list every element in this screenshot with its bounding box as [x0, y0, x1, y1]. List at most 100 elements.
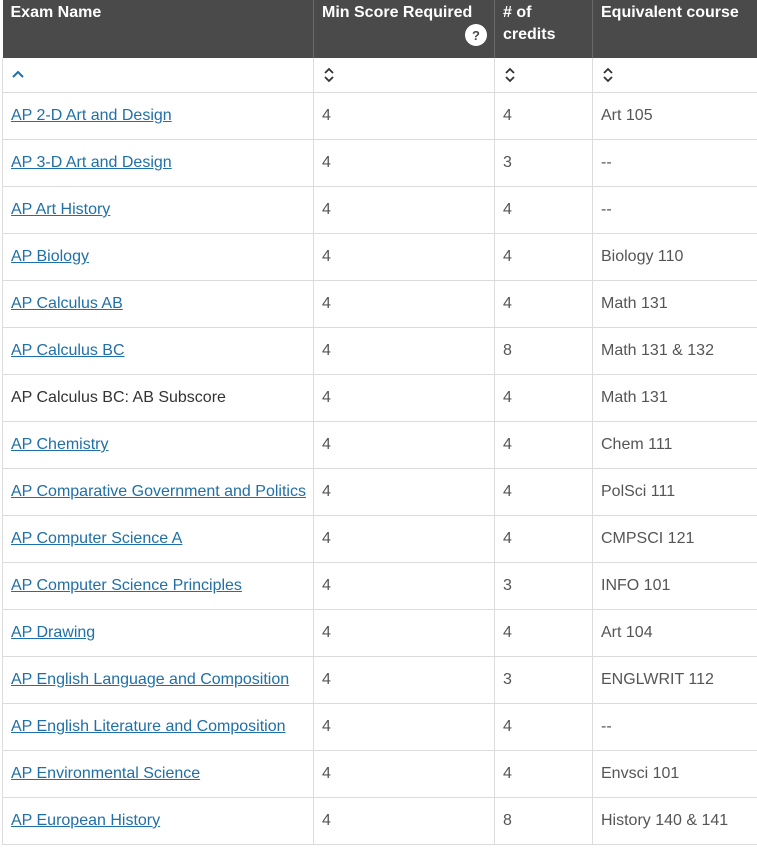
exam-link[interactable]: AP 3-D Art and Design [11, 154, 172, 171]
equivalent-course-cell: Math 131 [592, 374, 757, 422]
table-row: AP Environmental Science 4 4 Envsci 101 [2, 750, 757, 798]
equivalent-course-cell: -- [592, 186, 757, 234]
equivalent-course-cell: Biology 110 [592, 233, 757, 281]
credits-cell: 4 [494, 609, 593, 657]
credits-cell: 4 [494, 374, 593, 422]
equivalent-course-cell: Chem 111 [592, 421, 757, 469]
exam-name-text: AP Calculus BC: AB Subscore [11, 389, 226, 406]
exam-link[interactable]: AP European History [11, 812, 160, 829]
credits-cell: 4 [494, 233, 593, 281]
equivalent-course-cell: Envsci 101 [592, 750, 757, 798]
exam-link[interactable]: AP English Language and Composition [11, 671, 289, 688]
exam-name-cell: AP Calculus AB [2, 280, 314, 328]
exam-name-cell: AP Environmental Science [2, 750, 314, 798]
exam-name-cell: AP Computer Science A [2, 515, 314, 563]
credits-cell: 4 [494, 280, 593, 328]
header-credits[interactable]: # of credits [494, 0, 593, 58]
equivalent-course-cell: INFO 101 [592, 562, 757, 610]
table-row: AP Comparative Government and Politics 4 4… [2, 468, 757, 516]
header-min-score-label: Min Score Required [322, 4, 473, 21]
equivalent-course-cell: History 140 & 141 [592, 797, 757, 845]
header-equivalent-course[interactable]: Equivalent course [592, 0, 757, 58]
credits-cell: 4 [494, 468, 593, 516]
sort-credits-cell [494, 58, 593, 93]
exam-name-cell: AP Comparative Government and Politics [2, 468, 314, 516]
equivalent-course-cell: -- [592, 703, 757, 751]
min-score-cell: 4 [313, 468, 495, 516]
exam-name-cell: AP Calculus BC [2, 327, 314, 375]
equivalent-course-cell: Art 105 [592, 92, 757, 140]
equivalent-course-cell: ENGLWRIT 112 [592, 656, 757, 704]
help-icon[interactable]: ? [465, 24, 487, 46]
min-score-cell: 4 [313, 656, 495, 704]
header-credits-label-line1: # of [503, 4, 532, 21]
equivalent-course-cell: Art 104 [592, 609, 757, 657]
table-row: AP 2-D Art and Design 4 4 Art 105 [2, 92, 757, 140]
header-exam-name[interactable]: Exam Name [2, 0, 314, 58]
min-score-cell: 4 [313, 562, 495, 610]
table-row: AP Drawing 4 4 Art 104 [2, 609, 757, 657]
sort-equivalent-cell [592, 58, 757, 93]
table-row: AP Chemistry 4 4 Chem 111 [2, 421, 757, 469]
table-row: AP Calculus BC 4 8 Math 131 & 132 [2, 327, 757, 375]
sort-controls-row [2, 58, 757, 93]
exam-name-cell: AP English Language and Composition [2, 656, 314, 704]
header-credits-label-line2: credits [503, 26, 556, 43]
header-min-score[interactable]: Min Score Required ? [313, 0, 495, 58]
table-header-row: Exam Name Min Score Required ? # of cred… [2, 0, 757, 58]
exam-name-cell: AP European History [2, 797, 314, 845]
exam-link[interactable]: AP English Literature and Composition [11, 718, 286, 735]
exam-name-cell: AP 2-D Art and Design [2, 92, 314, 140]
credits-cell: 4 [494, 92, 593, 140]
equivalent-course-cell: CMPSCI 121 [592, 515, 757, 563]
table-row: AP Computer Science Principles 4 3 INFO 101 [2, 562, 757, 610]
min-score-cell: 4 [313, 750, 495, 798]
min-score-cell: 4 [313, 139, 495, 187]
exam-link[interactable]: AP Art History [11, 201, 110, 218]
exam-name-cell: AP 3-D Art and Design [2, 139, 314, 187]
header-equivalent-course-label: Equivalent course [601, 4, 739, 21]
exam-link[interactable]: AP Drawing [11, 624, 95, 641]
sort-both-icon[interactable] [601, 67, 615, 83]
sort-both-icon[interactable] [503, 67, 517, 83]
credits-cell: 4 [494, 186, 593, 234]
sort-ascending-icon[interactable] [11, 67, 25, 83]
min-score-cell: 4 [313, 421, 495, 469]
table-row: AP European History 4 8 History 140 & 141 [2, 797, 757, 845]
min-score-cell: 4 [313, 233, 495, 281]
equivalent-course-cell: PolSci 111 [592, 468, 757, 516]
exam-credit-table: Exam Name Min Score Required ? # of cred… [2, 0, 757, 845]
exam-link[interactable]: AP Biology [11, 248, 89, 265]
table-row: AP English Literature and Composition 4 4-… [2, 703, 757, 751]
equivalent-course-cell: -- [592, 139, 757, 187]
exam-link[interactable]: AP Calculus AB [11, 295, 123, 312]
exam-link[interactable]: AP Computer Science Principles [11, 577, 242, 594]
credits-cell: 4 [494, 515, 593, 563]
exam-link[interactable]: AP 2-D Art and Design [11, 107, 172, 124]
min-score-cell: 4 [313, 327, 495, 375]
table-row: AP Biology 4 4 Biology 110 [2, 233, 757, 281]
exam-name-cell: AP English Literature and Composition [2, 703, 314, 751]
exam-link[interactable]: AP Computer Science A [11, 530, 182, 547]
exam-link[interactable]: AP Chemistry [11, 436, 109, 453]
min-score-cell: 4 [313, 797, 495, 845]
exam-link[interactable]: AP Calculus BC [11, 342, 125, 359]
credits-cell: 4 [494, 703, 593, 751]
exam-link[interactable]: AP Environmental Science [11, 765, 200, 782]
exam-name-cell: AP Biology [2, 233, 314, 281]
min-score-cell: 4 [313, 609, 495, 657]
equivalent-course-cell: Math 131 [592, 280, 757, 328]
min-score-cell: 4 [313, 515, 495, 563]
exam-name-cell: AP Drawing [2, 609, 314, 657]
sort-min-score-cell [313, 58, 495, 93]
table-row: AP Art History 4 4 -- [2, 186, 757, 234]
min-score-cell: 4 [313, 280, 495, 328]
exam-name-cell: AP Art History [2, 186, 314, 234]
exam-link[interactable]: AP Comparative Government and Politics [11, 483, 306, 500]
credits-cell: 8 [494, 327, 593, 375]
credits-cell: 4 [494, 421, 593, 469]
table-body: AP 2-D Art and Design 4 4 Art 105 AP 3-D Art… [2, 92, 757, 845]
min-score-cell: 4 [313, 703, 495, 751]
sort-both-icon[interactable] [322, 67, 336, 83]
min-score-cell: 4 [313, 186, 495, 234]
